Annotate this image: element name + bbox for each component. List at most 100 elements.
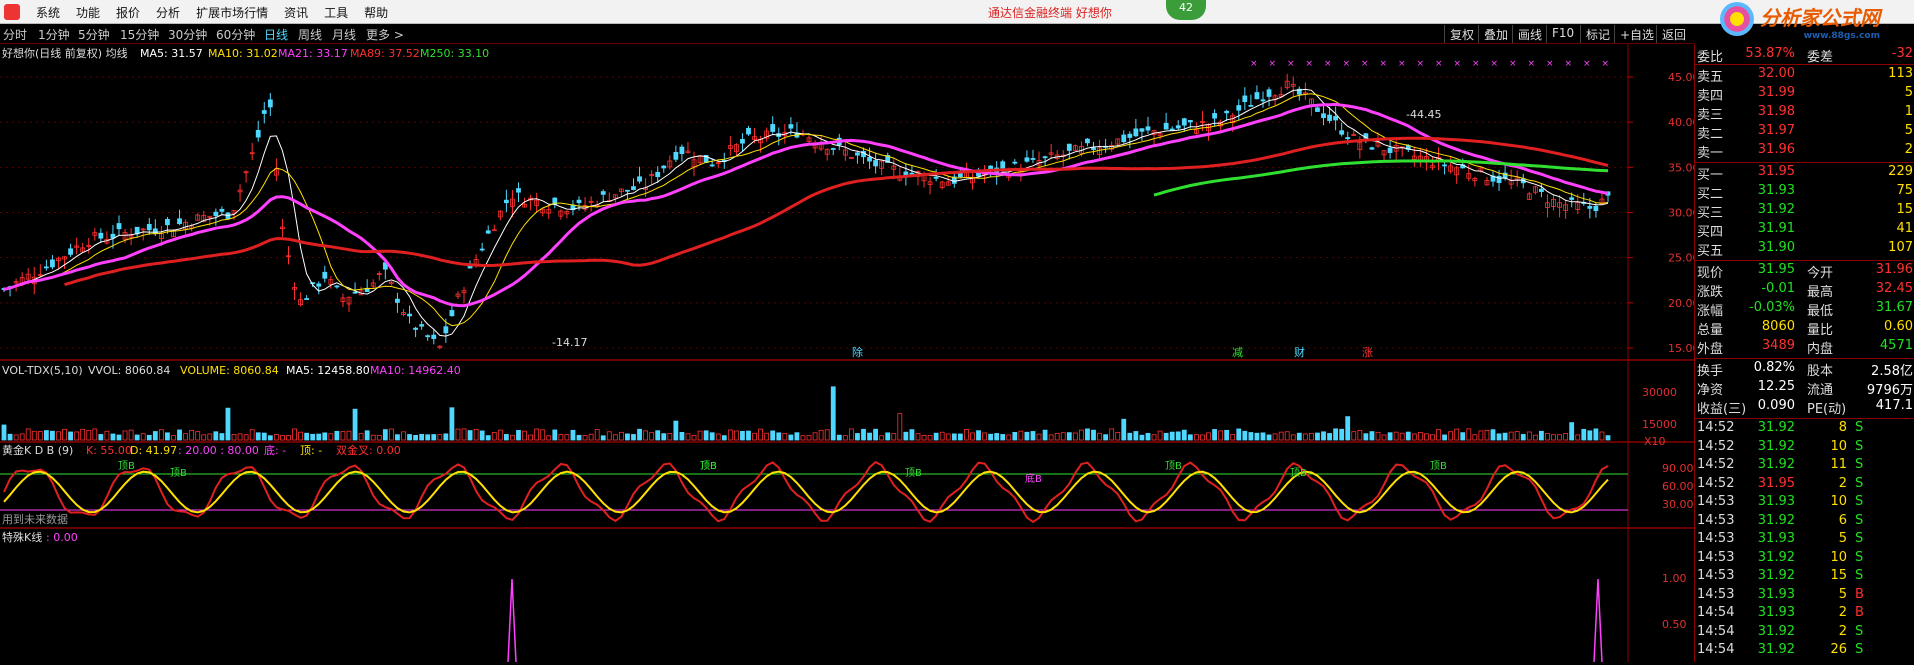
toolbar-button-3[interactable]: F10 xyxy=(1546,25,1579,43)
timeframe-tab-7[interactable]: 周线 xyxy=(298,26,322,43)
menu-item-6[interactable]: 工具 xyxy=(316,4,356,21)
ma10-line xyxy=(3,93,1609,327)
volume-bar xyxy=(86,430,92,441)
candlestick-chart[interactable]: 45.00 40.00 35.00 30.00 25.00 20.00 15.00 好想你(日… xyxy=(0,44,1700,663)
volume-bar xyxy=(1030,431,1036,441)
volume-bar xyxy=(37,431,43,441)
ask-label: 卖一 xyxy=(1697,146,1724,161)
tick-side: S xyxy=(1855,475,1864,491)
volume-bar xyxy=(364,430,370,441)
tick-time: 14:53 xyxy=(1697,549,1735,565)
candle-body xyxy=(625,189,630,192)
volume-bar xyxy=(382,429,388,441)
candle-body xyxy=(431,334,437,340)
volume-bar xyxy=(1593,428,1599,441)
toolbar-button-0[interactable]: 复权 xyxy=(1444,25,1479,43)
candle-body xyxy=(1369,147,1375,150)
signal-marker: × xyxy=(1602,59,1610,69)
menu-item-4[interactable]: 扩展市场行情 xyxy=(188,4,276,21)
volume-bar xyxy=(177,429,182,441)
volume-bar xyxy=(733,430,739,441)
volume-bar xyxy=(618,431,624,441)
kdj-header-6: 双金叉: 0.00 xyxy=(336,443,401,457)
menu-item-7[interactable]: 帮助 xyxy=(356,4,396,21)
event-marker-1[interactable]: 减 xyxy=(1232,346,1243,359)
signal-marker: × xyxy=(1565,59,1573,69)
tick-time: 14:53 xyxy=(1697,512,1735,528)
menu-item-0[interactable]: 系统 xyxy=(28,4,68,21)
event-marker-2[interactable]: 财 xyxy=(1294,345,1305,359)
bid-price: 31.90 xyxy=(1757,240,1795,255)
volume-bar xyxy=(292,428,297,441)
volume-bar xyxy=(782,432,788,441)
volume-bar xyxy=(1454,428,1460,441)
volume-bar xyxy=(503,434,509,441)
volume-bar xyxy=(909,429,915,441)
timeframe-tab-2[interactable]: 5分钟 xyxy=(78,26,110,43)
volume-bar xyxy=(1460,432,1466,441)
ask-row-1: 卖四 31.99 5 xyxy=(1697,85,1913,104)
connection-badge[interactable]: 42 xyxy=(1166,0,1206,20)
timeframe-tab-4[interactable]: 30分钟 xyxy=(168,26,207,43)
candle-body xyxy=(988,165,994,170)
volume-bar xyxy=(540,429,546,441)
timeframe-tab-6[interactable]: 日线 xyxy=(264,26,288,43)
volume-bar xyxy=(1260,432,1266,441)
toolbar-button-2[interactable]: 画线 xyxy=(1512,25,1547,43)
volume-bar xyxy=(933,432,939,441)
volume-bar xyxy=(1103,434,1109,441)
candle-body xyxy=(479,248,485,251)
candle-body xyxy=(1242,95,1248,102)
toolbar-button-1[interactable]: 叠加 xyxy=(1478,25,1513,43)
volume-bar xyxy=(92,428,98,441)
volume-bar xyxy=(425,434,431,441)
candle-body xyxy=(116,223,122,230)
volume-bar xyxy=(1526,431,1532,441)
menu-item-2[interactable]: 报价 xyxy=(108,4,148,21)
timeframe-tab-8[interactable]: 月线 xyxy=(332,26,356,43)
menu-item-1[interactable]: 功能 xyxy=(68,4,108,21)
stat-value: -0.03% xyxy=(1749,300,1795,315)
volume-bar xyxy=(122,430,128,441)
stat-value: 8060 xyxy=(1761,319,1795,334)
volume-bar xyxy=(1097,432,1102,441)
stat-label: 外盘 xyxy=(1697,342,1724,357)
volume-bar xyxy=(485,435,491,441)
volume-bar xyxy=(1357,429,1363,441)
tick-price: 31.92 xyxy=(1757,420,1795,435)
volume-bar xyxy=(140,433,146,441)
menu-item-5[interactable]: 资讯 xyxy=(276,4,316,21)
toolbar-button-6[interactable]: 返回 xyxy=(1656,25,1691,43)
volume-bar xyxy=(897,413,903,441)
timeframe-tab-0[interactable]: 分时 xyxy=(3,26,27,43)
volume-bar xyxy=(1054,432,1060,441)
volume-bar xyxy=(443,433,449,441)
special-header-value: : 0.00 xyxy=(46,531,78,544)
fund-label: 换手 xyxy=(1697,364,1724,379)
volume-bar xyxy=(564,434,570,441)
timeframe-tab-5[interactable]: 60分钟 xyxy=(216,26,255,43)
fund-label: 净资 xyxy=(1697,383,1724,398)
fund-label: 股本 xyxy=(1807,364,1834,379)
volume-bar xyxy=(473,428,479,441)
menu-item-3[interactable]: 分析 xyxy=(148,4,188,21)
volume-bar xyxy=(994,433,1000,441)
volume-bar xyxy=(1478,430,1484,441)
timeframe-tab-1[interactable]: 1分钟 xyxy=(38,26,70,43)
bid-volume: 15 xyxy=(1896,202,1913,217)
volume-bar xyxy=(1539,430,1544,441)
toolbar-button-4[interactable]: 标记 xyxy=(1580,25,1615,43)
timeframe-tab-3[interactable]: 15分钟 xyxy=(120,26,159,43)
timeframe-bar: 分时 1分钟 5分钟 15分钟 30分钟 60分钟 日线 周线 月线 更多 > 复权 叠加 画线 F10 标… xyxy=(0,24,1694,44)
chart-area[interactable]: 45.00 40.00 35.00 30.00 25.00 20.00 15.00 好想你(日… xyxy=(0,44,1700,663)
timeframe-tab-9[interactable]: 更多 > xyxy=(366,26,404,43)
volume-bar xyxy=(98,434,104,441)
volume-bar xyxy=(491,432,497,441)
event-marker-0[interactable]: 除 xyxy=(852,345,863,359)
tick-side: B xyxy=(1855,605,1864,620)
volume-bar xyxy=(703,430,709,441)
volume-header-2: VOLUME: 8060.84 xyxy=(180,364,279,377)
event-marker-3[interactable]: 涨 xyxy=(1362,346,1373,359)
volume-bar xyxy=(479,430,485,441)
toolbar-button-5[interactable]: +自选 xyxy=(1614,25,1659,43)
